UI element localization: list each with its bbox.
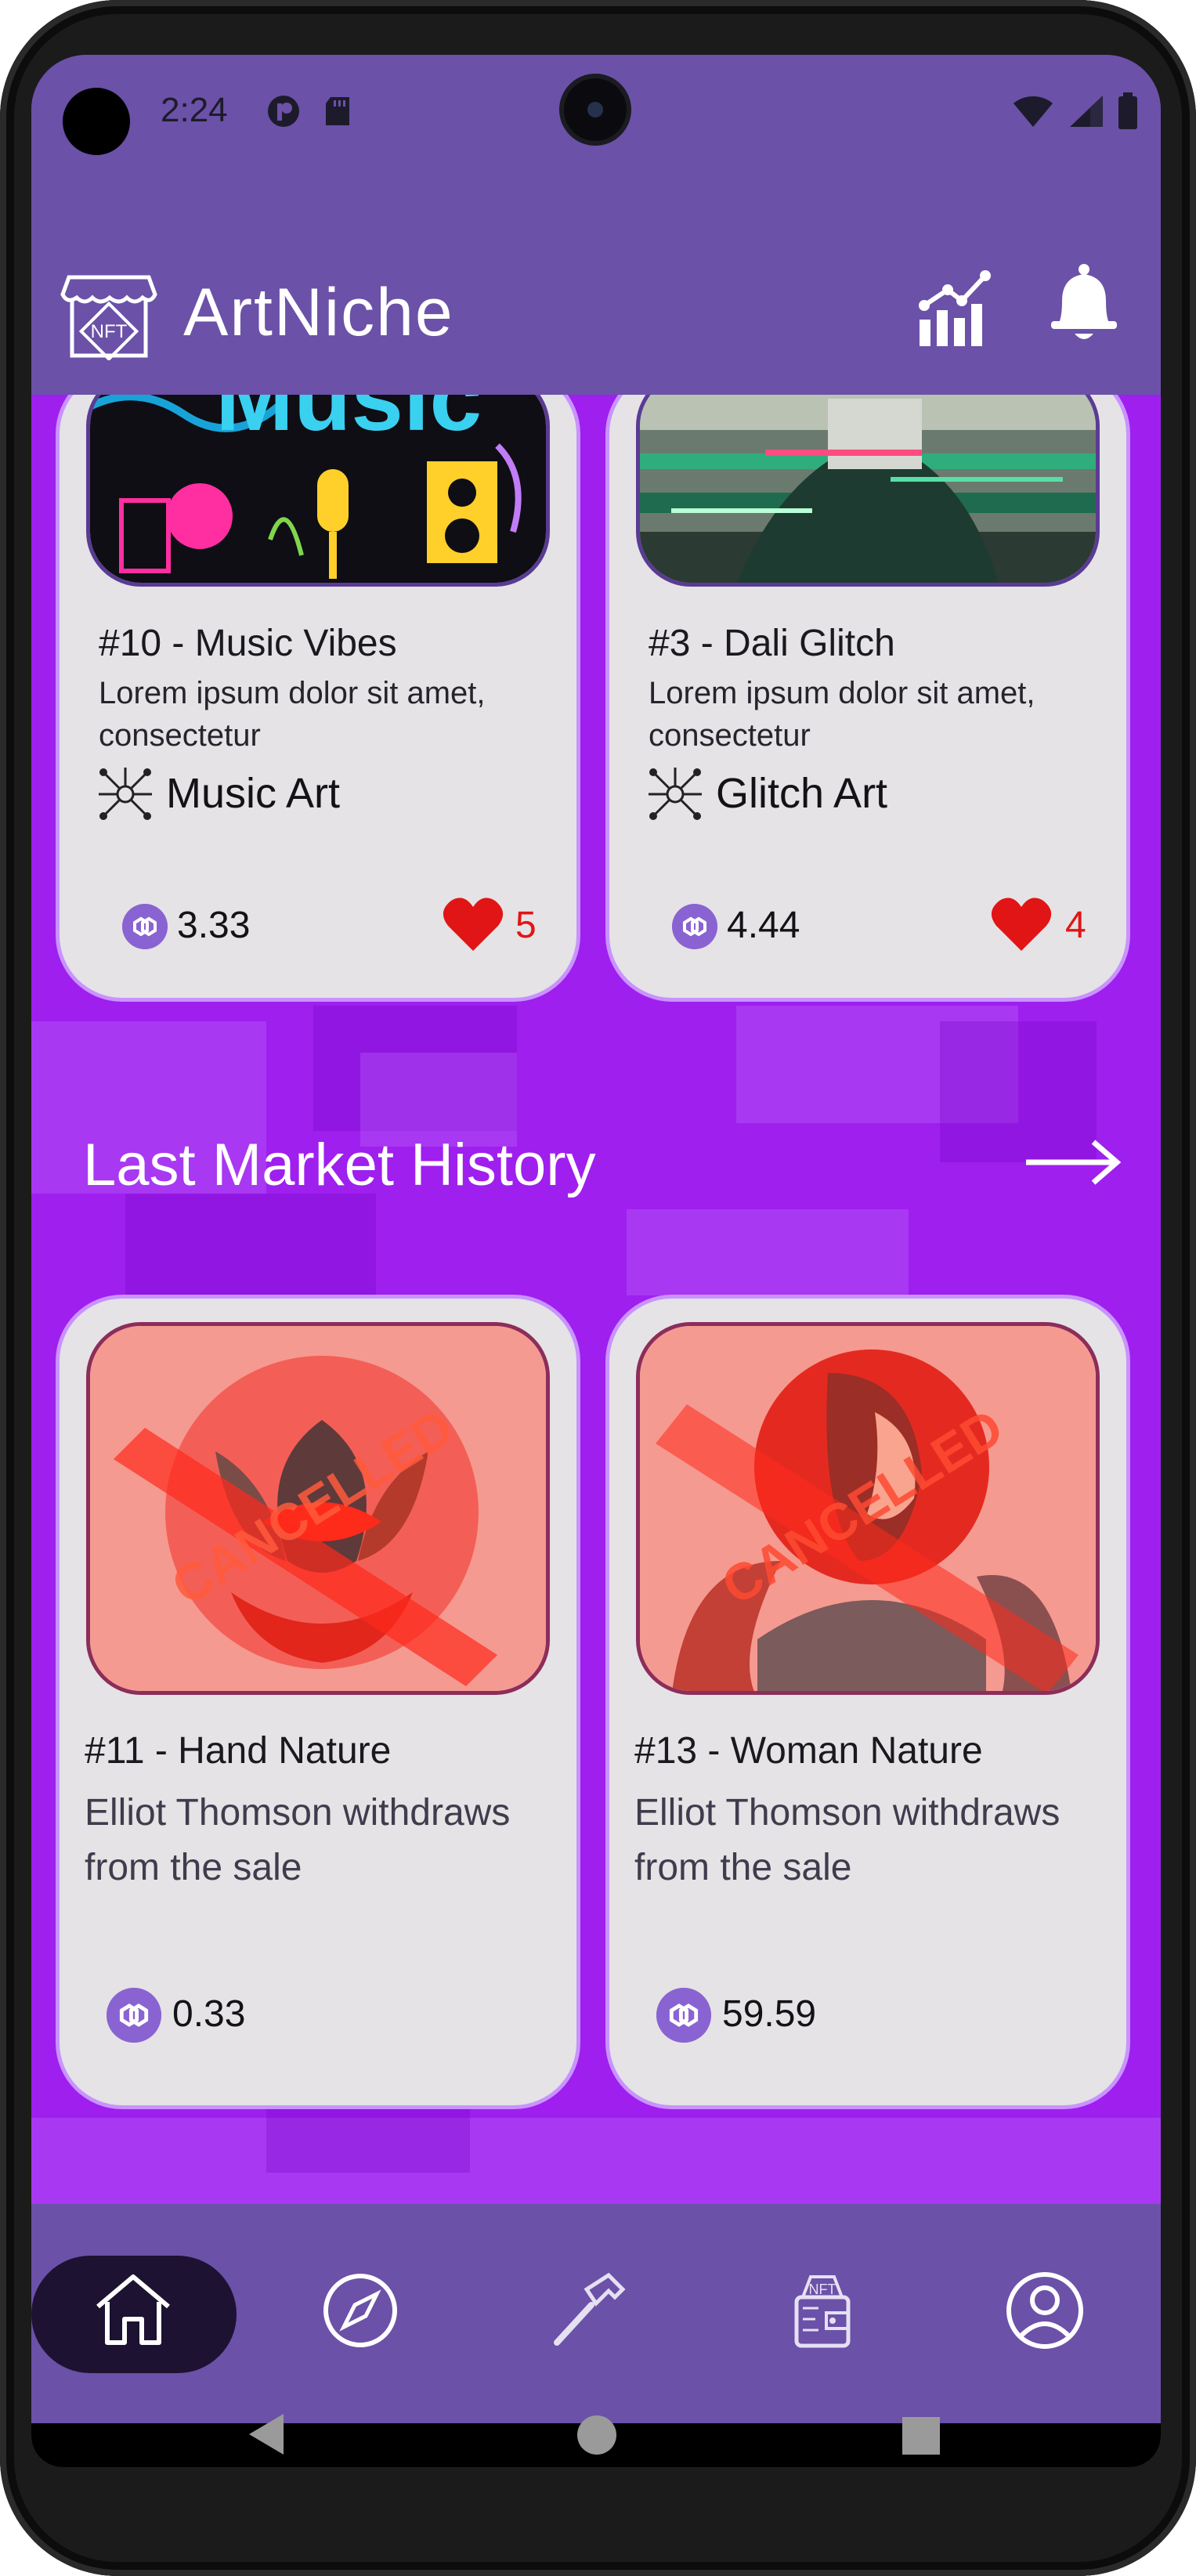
nft-image[interactable]: Music (86, 395, 550, 587)
history-title: #11 - Hand Nature (85, 1730, 392, 1772)
nav-auction[interactable] (536, 2256, 645, 2365)
likes-count: 5 (515, 905, 537, 946)
logo-icon[interactable]: NFT (58, 258, 160, 360)
polygon-coin-icon (122, 904, 168, 949)
likes-count: 4 (1065, 905, 1086, 946)
home-circle-icon[interactable] (576, 2414, 618, 2456)
nft-title: #10 - Music Vibes (99, 623, 397, 664)
history-price: 0.33 (172, 1993, 246, 2035)
hammer-icon (554, 2272, 626, 2346)
phone-frame: 2:24 NFT ArtNiche Music #10 - Music Vibe… (0, 0, 1196, 2576)
polygon-coin-icon (672, 904, 717, 949)
bg-shape (125, 1194, 376, 1295)
nft-card[interactable]: #3 - Dali Glitch Lorem ipsum dolor sit a… (609, 395, 1126, 998)
nav-home[interactable] (78, 2256, 188, 2365)
stats-chart-icon[interactable] (918, 265, 996, 351)
network-category-icon (99, 768, 152, 820)
app-bar: NFT ArtNiche (31, 172, 1161, 395)
nft-price: 3.33 (177, 905, 251, 946)
nft-title: #3 - Dali Glitch (649, 623, 895, 664)
app-title: ArtNiche (183, 275, 454, 350)
logo-text: NFT (91, 321, 128, 342)
history-card[interactable]: CANCELLED #13 - Woman Nature Elliot Thom… (609, 1299, 1126, 2105)
nft-category: Glitch Art (716, 770, 888, 817)
nft-card[interactable]: Music #10 - Music Vibes Lorem ipsum dolo… (60, 395, 576, 998)
app-status-icon (268, 96, 299, 127)
back-icon[interactable] (244, 2411, 288, 2458)
history-card[interactable]: CANCELLED #11 - Hand Nature Elliot Thoms… (60, 1299, 576, 2105)
heart-icon[interactable] (442, 896, 504, 952)
bg-shape (31, 2118, 1161, 2204)
hand-nature-image: CANCELLED (90, 1326, 546, 1691)
polygon-coin-icon (656, 1988, 711, 2043)
music-artwork-text: Music (215, 395, 482, 450)
profile-icon (1006, 2272, 1083, 2349)
nft-image[interactable]: CANCELLED (86, 1322, 550, 1695)
nav-wallet[interactable]: NFT (768, 2256, 877, 2365)
history-price: 59.59 (722, 1993, 817, 2035)
arrow-right-icon[interactable] (1023, 1139, 1122, 1186)
camera-cutout (63, 88, 130, 155)
history-description: Elliot Thomson withdraws from the sale (634, 1792, 1061, 1888)
music-vibes-image: Music (90, 395, 546, 583)
power-button (1190, 979, 1196, 1073)
nft-description: Lorem ipsum dolor sit amet, consectetur (649, 676, 1035, 753)
battery-icon (1118, 92, 1137, 129)
nav-explore[interactable] (305, 2256, 415, 2365)
bg-shape (266, 2102, 470, 2173)
screen: 2:24 NFT ArtNiche Music #10 - Music Vibe… (31, 55, 1161, 2467)
dali-glitch-image (640, 395, 1096, 583)
wallet-nft-text: NFT (809, 2282, 836, 2297)
woman-nature-image: CANCELLED (640, 1326, 1096, 1691)
recents-icon[interactable] (901, 2415, 941, 2456)
section-title: Last Market History (83, 1132, 596, 1198)
nft-description: Lorem ipsum dolor sit amet, consectetur (99, 676, 486, 753)
front-camera (564, 78, 627, 141)
polygon-coin-icon (107, 1988, 161, 2043)
main-content[interactable]: Music #10 - Music Vibes Lorem ipsum dolo… (31, 395, 1161, 2204)
bottom-nav: NFT (31, 2204, 1161, 2423)
nft-wallet-icon: NFT (794, 2275, 851, 2348)
history-description: Elliot Thomson withdraws from the sale (85, 1792, 511, 1888)
status-time: 2:24 (161, 91, 228, 129)
compass-icon (323, 2274, 397, 2347)
home-icon (96, 2274, 170, 2345)
heart-icon[interactable] (990, 896, 1053, 952)
wifi-icon (1014, 96, 1053, 127)
nav-profile[interactable] (990, 2256, 1100, 2365)
notification-bell-icon[interactable] (1045, 262, 1123, 348)
bg-shape (627, 1209, 909, 1295)
nft-image[interactable] (636, 395, 1100, 587)
nft-image[interactable]: CANCELLED (636, 1322, 1100, 1695)
volume-button (1190, 548, 1196, 721)
status-bar: 2:24 (31, 55, 1161, 172)
sd-card-icon (326, 97, 349, 125)
nft-category: Music Art (166, 770, 341, 817)
signal-icon (1070, 96, 1103, 127)
nft-price: 4.44 (727, 905, 800, 946)
history-title: #13 - Woman Nature (634, 1730, 983, 1772)
network-category-icon (649, 768, 702, 820)
status-right (1012, 92, 1139, 130)
